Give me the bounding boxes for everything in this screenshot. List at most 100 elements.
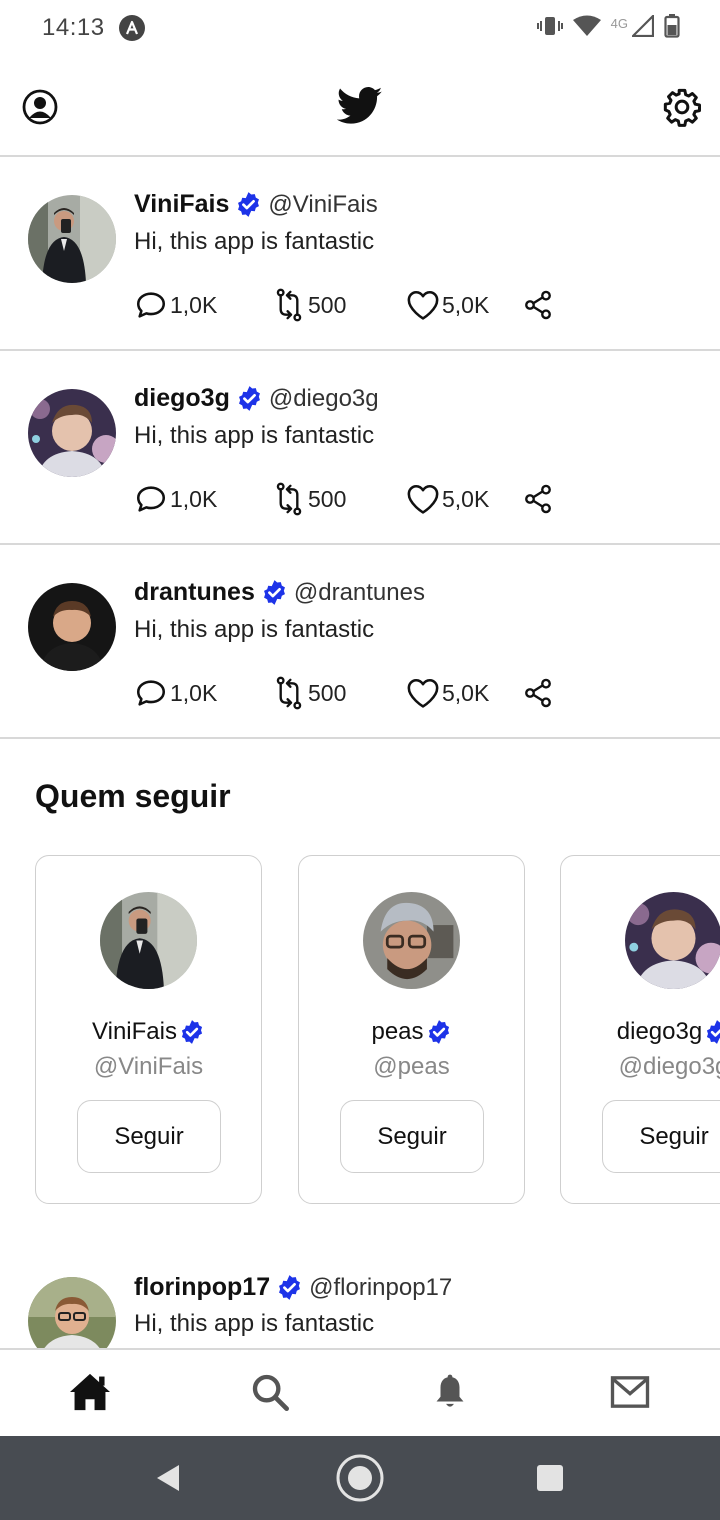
tweet-actions: 1,0K 500 5,0K [134,287,574,323]
like-count: 5,0K [442,485,490,512]
verified-badge-icon [181,1020,203,1044]
comment-icon [136,486,166,512]
follow-card-handle: @diego3g [618,1053,720,1080]
verified-badge-icon [279,1275,301,1300]
status-indicators: 4G [536,12,680,43]
heart-icon [407,484,439,514]
retweet-button[interactable]: 500 [272,481,346,517]
follow-card-handle: @ViniFais [93,1053,204,1080]
tweet-item[interactable]: diego3g @diego3g Hi, this app is fantast… [0,351,720,545]
follow-card[interactable]: ViniFais @ViniFais Seguir [35,855,262,1204]
verified-badge-icon [238,386,260,411]
tweet-author-handle[interactable]: @ViniFais [268,191,377,219]
who-to-follow-title: Quem seguir [35,778,231,814]
avatar[interactable] [625,892,720,989]
tweet-author-handle[interactable]: @florinpop17 [309,1274,452,1302]
like-button[interactable]: 5,0K [406,481,489,517]
tweet-text: Hi, this app is fantastic [134,228,375,255]
tweet-author-handle[interactable]: @drantunes [294,579,425,607]
home-icon[interactable] [66,1368,114,1416]
share-button[interactable] [522,287,554,323]
comment-count: 1,0K [170,679,218,706]
settings-gear-icon[interactable] [662,87,702,127]
tweet-header: drantunes @drantunes [134,578,425,607]
wifi-icon [572,15,601,42]
retweet-icon [276,482,302,516]
recents-square-icon[interactable] [524,1452,576,1504]
verified-badge-icon [263,580,285,605]
comment-icon [136,680,166,706]
follow-card-handle: @peas [373,1053,450,1080]
follow-card-name: peas [371,1018,424,1045]
comment-button[interactable]: 1,0K [134,287,217,323]
home-circle-icon[interactable] [334,1452,386,1504]
follow-button[interactable]: Seguir [340,1100,484,1173]
tweet-item[interactable]: ViniFais @ViniFais Hi, this app is fanta… [0,157,720,351]
retweet-count: 500 [308,291,347,318]
tweet-header: ViniFais @ViniFais [134,190,378,219]
avatar[interactable] [28,1277,116,1348]
notifications-bell-icon[interactable] [426,1368,474,1416]
tweet-item[interactable]: drantunes @drantunes Hi, this app is fan… [0,545,720,739]
like-count: 5,0K [442,679,490,706]
follow-card-name: diego3g [616,1018,703,1045]
vibrate-icon [536,15,563,42]
avatar[interactable] [363,892,460,989]
app-header [0,56,720,157]
tweet-text: Hi, this app is fantastic [134,422,375,449]
bottom-nav [0,1348,720,1436]
follow-card-name-row: diego3g [561,1018,720,1046]
share-icon [525,290,551,320]
share-button[interactable] [522,481,554,517]
follow-card-name-row: peas [299,1018,524,1046]
comment-count: 1,0K [170,291,218,318]
comment-button[interactable]: 1,0K [134,481,217,517]
messages-mail-icon[interactable] [606,1368,654,1416]
retweet-button[interactable]: 500 [272,287,346,323]
follow-button[interactable]: Seguir [77,1100,221,1173]
signal-icon [630,12,655,42]
like-button[interactable]: 5,0K [406,675,489,711]
share-icon [525,678,551,708]
comment-button[interactable]: 1,0K [134,675,217,711]
follow-card[interactable]: peas @peas Seguir [298,855,525,1204]
tweet-author-name[interactable]: diego3g [134,384,230,413]
search-icon[interactable] [246,1368,294,1416]
like-button[interactable]: 5,0K [406,287,489,323]
comment-icon [136,292,166,318]
heart-icon [407,290,439,320]
comment-count: 1,0K [170,485,218,512]
tweet-author-handle[interactable]: @diego3g [269,385,379,413]
tweet-header: diego3g @diego3g [134,384,379,413]
retweet-count: 500 [308,485,347,512]
back-icon[interactable] [141,1452,193,1504]
follow-button[interactable]: Seguir [602,1100,720,1173]
retweet-button[interactable]: 500 [272,675,346,711]
system-nav-bar [0,1436,720,1520]
tweet-author-name[interactable]: ViniFais [134,190,229,219]
share-icon [525,484,551,514]
tweet-item[interactable]: florinpop17 @florinpop17 Hi, this app is… [0,1250,720,1348]
tweet-author-name[interactable]: florinpop17 [134,1273,270,1302]
profile-icon[interactable] [22,89,58,125]
avatar[interactable] [28,389,116,477]
retweet-count: 500 [308,679,347,706]
tweet-header: florinpop17 @florinpop17 [134,1273,452,1302]
verified-badge-icon [428,1020,449,1044]
retweet-icon [276,676,302,710]
who-to-follow-carousel[interactable]: ViniFais @ViniFais Seguir peas @peas Seg… [0,855,720,1205]
heart-icon [407,678,439,708]
tweet-author-name[interactable]: drantunes [134,578,255,607]
tweet-text: Hi, this app is fantastic [134,1310,375,1337]
avatar[interactable] [100,892,197,989]
status-bar: 14:13 4G [0,0,720,56]
avatar[interactable] [28,195,116,283]
status-time: 14:13 [42,14,105,41]
follow-card[interactable]: diego3g @diego3g Seguir [560,855,720,1204]
retweet-icon [276,288,302,322]
share-button[interactable] [522,675,554,711]
avatar[interactable] [28,583,116,671]
follow-card-name-row: ViniFais [36,1018,261,1046]
battery-icon [664,13,680,43]
follow-card-name: ViniFais [92,1018,177,1045]
